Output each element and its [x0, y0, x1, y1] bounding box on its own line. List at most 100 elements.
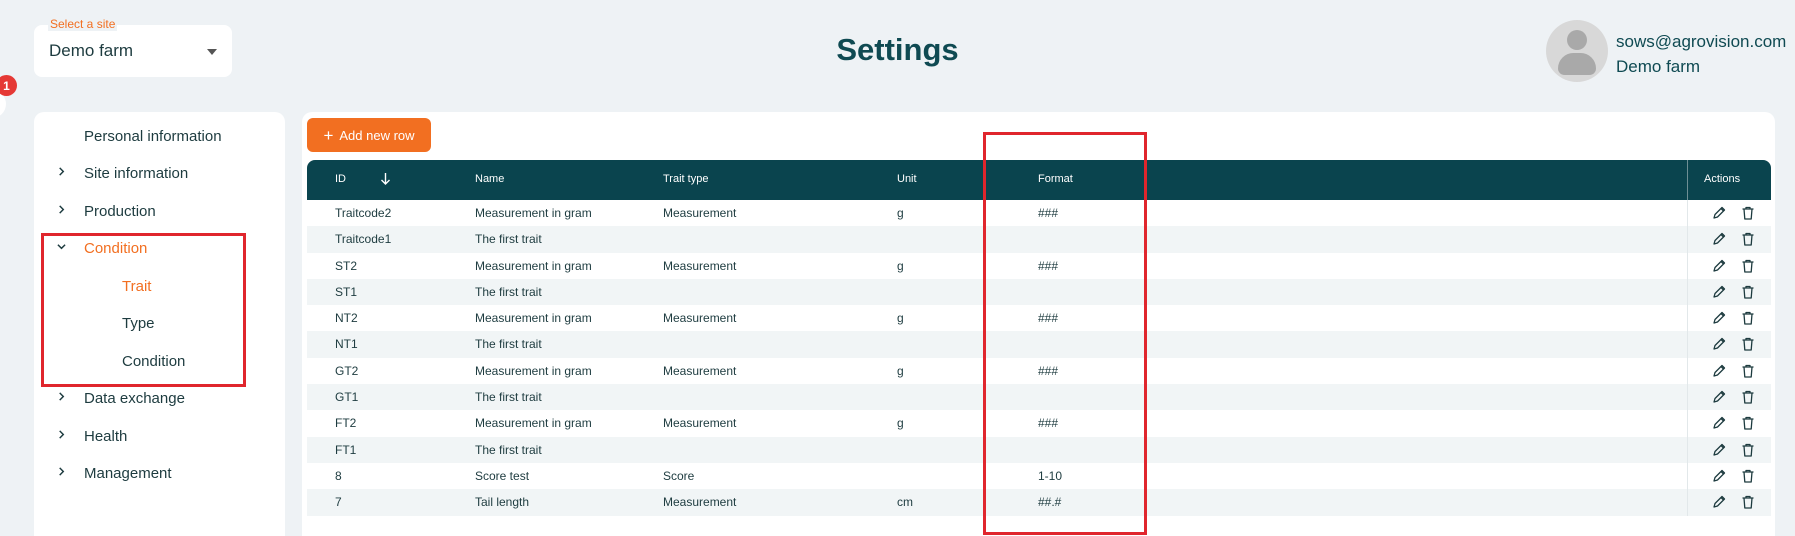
table-row[interactable]: ST1 The first trait	[307, 278, 1771, 306]
page-title: Settings	[836, 32, 959, 67]
cell-format: ##.#	[1038, 495, 1062, 510]
table-row[interactable]: NT1 The first trait	[307, 331, 1771, 358]
sidebar-item-data-exchange[interactable]: Data exchange	[34, 383, 284, 413]
column-header-actions: Actions	[1704, 173, 1741, 185]
column-header-trait-type[interactable]: Trait type	[663, 173, 708, 185]
cell-format: ###	[1038, 311, 1059, 326]
cell-id: ST2	[335, 258, 358, 273]
cell-name: Tail length	[475, 495, 530, 510]
delete-icon[interactable]	[1740, 389, 1756, 405]
column-header-name[interactable]: Name	[475, 173, 504, 185]
sidebar-item-label: Health	[84, 427, 128, 445]
cell-name: The first trait	[475, 232, 542, 247]
table-row[interactable]: FT2 Measurement in gram Measurement g ###	[307, 410, 1771, 437]
sidebar-item-site-information[interactable]: Site information	[34, 158, 284, 188]
delete-icon[interactable]	[1740, 494, 1756, 510]
table-row[interactable]: ST2 Measurement in gram Measurement g ###	[307, 252, 1771, 279]
edit-icon[interactable]	[1711, 336, 1727, 352]
table-row[interactable]: 7 Tail length Measurement cm ##.#	[307, 489, 1771, 516]
edit-icon[interactable]	[1711, 284, 1727, 300]
cell-trait-type: Score	[663, 468, 695, 483]
delete-icon[interactable]	[1740, 284, 1756, 300]
sidebar-item-health[interactable]: Health	[34, 421, 284, 451]
cell-name: Measurement in gram	[475, 206, 592, 220]
delete-icon[interactable]	[1740, 310, 1756, 326]
actions-column-divider	[1687, 331, 1688, 358]
cell-name: Measurement in gram	[475, 311, 592, 326]
chevron-right-icon	[59, 467, 65, 476]
actions-column-divider	[1687, 278, 1688, 306]
edit-icon[interactable]	[1711, 415, 1727, 431]
notification-badge[interactable]: 1	[0, 75, 17, 96]
table-header: ID Name Trait type Unit Format Actions	[307, 160, 1771, 200]
edit-icon[interactable]	[1711, 231, 1727, 247]
sidebar-item-production[interactable]: Production	[34, 196, 284, 226]
cell-trait-type: Measurement	[663, 206, 737, 220]
column-header-format[interactable]: Format	[1038, 173, 1073, 185]
actions-column-divider	[1687, 357, 1688, 385]
chevron-right-icon	[59, 392, 65, 401]
cell-id: FT1	[335, 442, 357, 457]
sidebar-subitem-condition[interactable]: Condition	[34, 346, 284, 376]
sidebar-item-label: Type	[122, 314, 155, 332]
table-row[interactable]: FT1 The first trait	[307, 436, 1771, 463]
edit-icon[interactable]	[1711, 363, 1727, 379]
cell-id: Traitcode1	[335, 232, 392, 247]
actions-column-divider	[1687, 305, 1688, 332]
cell-trait-type: Measurement	[663, 311, 737, 326]
traits-panel: + Add new row ID Name Trait type Unit Fo…	[302, 112, 1775, 536]
table-row[interactable]: Traitcode2 Measurement in gram Measurement…	[307, 200, 1771, 227]
cell-id: ST1	[335, 284, 358, 299]
edit-icon[interactable]	[1711, 389, 1727, 405]
table-row[interactable]: 8 Score test Score 1-10	[307, 462, 1771, 490]
chevron-right-icon	[59, 205, 65, 214]
edit-icon[interactable]	[1711, 442, 1727, 458]
sidebar-subitem-type[interactable]: Type	[34, 308, 284, 338]
add-new-row-label: Add new row	[339, 127, 415, 143]
column-header-unit[interactable]: Unit	[897, 173, 917, 185]
chevron-right-icon	[59, 430, 65, 439]
edit-icon[interactable]	[1711, 258, 1727, 274]
table-row[interactable]: Traitcode1 The first trait	[307, 226, 1771, 253]
actions-column-divider	[1687, 462, 1688, 490]
cell-name: Score test	[475, 468, 530, 483]
table-row[interactable]: GT2 Measurement in gram Measurement g ###	[307, 357, 1771, 385]
delete-icon[interactable]	[1740, 231, 1756, 247]
actions-column-divider	[1687, 410, 1688, 437]
avatar-icon[interactable]	[1546, 20, 1608, 82]
sidebar-subitem-trait[interactable]: Trait	[34, 271, 284, 301]
table-body: Traitcode2 Measurement in gram Measurement…	[307, 200, 1771, 516]
cell-id: Traitcode2	[335, 206, 392, 220]
delete-icon[interactable]	[1740, 415, 1756, 431]
sidebar-item-management[interactable]: Management	[34, 458, 284, 488]
chevron-down-icon	[57, 244, 66, 250]
delete-icon[interactable]	[1740, 336, 1756, 352]
sidebar-item-condition[interactable]: Condition	[34, 233, 284, 263]
cell-id: FT2	[335, 416, 357, 431]
delete-icon[interactable]	[1740, 363, 1756, 379]
edit-icon[interactable]	[1711, 494, 1727, 510]
delete-icon[interactable]	[1740, 468, 1756, 484]
table-row[interactable]: GT1 The first trait	[307, 384, 1771, 411]
sidebar-item-personal-information[interactable]: Personal information	[34, 121, 284, 151]
sort-descending-icon[interactable]	[380, 172, 391, 186]
edit-icon[interactable]	[1711, 468, 1727, 484]
edit-icon[interactable]	[1711, 310, 1727, 326]
column-header-id[interactable]: ID	[335, 173, 346, 185]
table-row[interactable]: NT2 Measurement in gram Measurement g ###	[307, 305, 1771, 332]
cell-id: NT2	[335, 311, 358, 326]
delete-icon[interactable]	[1740, 442, 1756, 458]
delete-icon[interactable]	[1740, 258, 1756, 274]
cell-trait-type: Measurement	[663, 416, 737, 431]
delete-icon[interactable]	[1740, 205, 1756, 221]
cell-id: GT1	[335, 390, 359, 405]
edit-icon[interactable]	[1711, 205, 1727, 221]
sidebar-item-label: Data exchange	[84, 389, 185, 407]
cell-format: 1-10	[1038, 468, 1063, 483]
add-new-row-button[interactable]: + Add new row	[307, 118, 431, 152]
cell-format: ###	[1038, 363, 1059, 378]
cell-format: ###	[1038, 258, 1059, 273]
actions-column-divider	[1687, 226, 1688, 253]
cell-unit: g	[897, 311, 904, 326]
cell-id: GT2	[335, 363, 359, 378]
